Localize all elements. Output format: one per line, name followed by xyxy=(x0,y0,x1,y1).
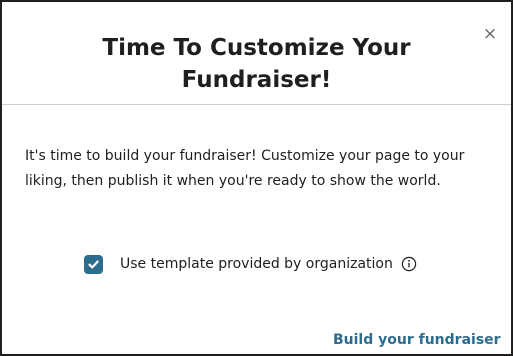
use-template-option: Use template provided by organization xyxy=(84,253,417,275)
use-template-label: Use template provided by organization xyxy=(120,256,393,272)
dialog-header: Time To Customize Your Fundraiser! × xyxy=(2,2,511,104)
check-icon xyxy=(88,260,99,268)
info-circle-icon[interactable] xyxy=(401,256,417,272)
close-icon[interactable]: × xyxy=(478,22,502,46)
use-template-checkbox[interactable] xyxy=(84,254,103,274)
header-divider xyxy=(2,104,511,105)
customize-fundraiser-dialog: Time To Customize Your Fundraiser! × It'… xyxy=(0,0,513,356)
dialog-message: It's time to build your fundraiser! Cust… xyxy=(25,148,465,189)
dialog-title: Time To Customize Your Fundraiser! xyxy=(102,35,411,93)
build-fundraiser-button[interactable]: Build your fundraiser xyxy=(333,330,501,350)
